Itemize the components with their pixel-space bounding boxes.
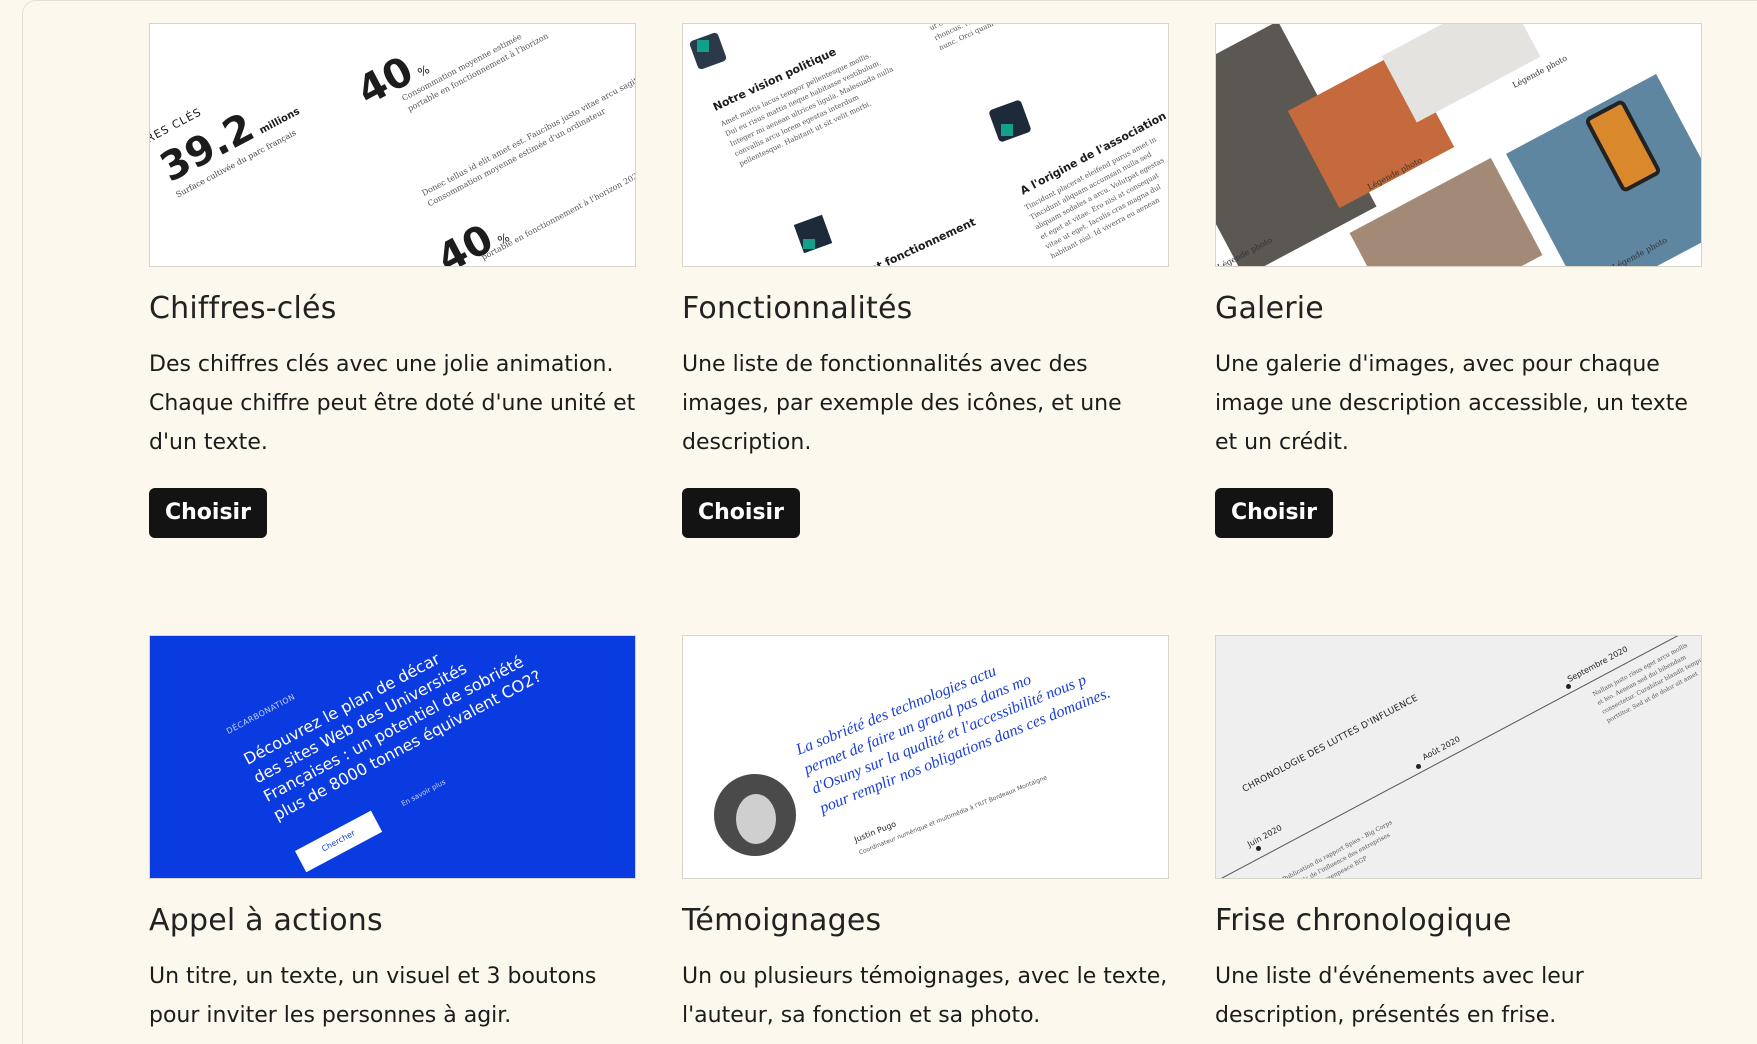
card-description: Un titre, un texte, un visuel et 3 bouto… xyxy=(149,964,597,1028)
card-temoignages: La sobriété des technologies actu permet… xyxy=(682,635,1169,1035)
preview-image-fonctionnalites: Notre vision politique Amet mattis lacus… xyxy=(682,23,1169,267)
timeline-date: Juin 2020 xyxy=(1246,823,1284,849)
card-description: Une liste de fonctionnalités avec des im… xyxy=(682,352,1122,455)
thumb-quote: La sobriété des technologies actu permet… xyxy=(793,662,1113,818)
card-fonctionnalites: Notre vision politique Amet mattis lacus… xyxy=(682,23,1169,635)
card-description: Une galerie d'images, avec pour chaque i… xyxy=(1215,352,1688,455)
card-description: Un ou plusieurs témoignages, avec le tex… xyxy=(682,964,1168,1028)
thumb-stats: RES CLÉS 39.2 millions Surface cultivée … xyxy=(150,65,309,199)
timeline-date: Août 2020 xyxy=(1421,734,1462,762)
card-title: Appel à actions xyxy=(149,903,383,938)
thumb-cta-link: En savoir plus xyxy=(400,778,447,809)
card-frise-chronologique: CHRONOLOGIE DES LUTTES D'INFLUENCE Juin … xyxy=(1215,635,1702,1035)
preview-image-chiffres-cles: RES CLÉS 39.2 millions Surface cultivée … xyxy=(149,23,636,267)
thumb-cta-button: Chercher xyxy=(295,810,383,873)
card-title: Frise chronologique xyxy=(1215,903,1512,938)
card-chiffres-cles: RES CLÉS 39.2 millions Surface cultivée … xyxy=(149,23,636,635)
card-appel-a-actions: DÉCARBONATION Découvrez le plan de décar… xyxy=(149,635,636,1035)
preview-image-galerie: Légende photo Légende photo Légende phot… xyxy=(1215,23,1702,267)
author-avatar xyxy=(711,771,799,859)
choose-button-fonctionnalites[interactable]: Choisir xyxy=(682,488,800,538)
preview-image-frise: CHRONOLOGIE DES LUTTES D'INFLUENCE Juin … xyxy=(1215,635,1702,879)
card-description: Une liste d'événements avec leur descrip… xyxy=(1215,964,1584,1028)
card-galerie: Légende photo Légende photo Légende phot… xyxy=(1215,23,1702,635)
thumb-stat-b: 40 xyxy=(430,215,501,267)
content-frame: RES CLÉS 39.2 millions Surface cultivée … xyxy=(22,0,1757,1044)
preview-image-appel-a-actions: DÉCARBONATION Découvrez le plan de décar… xyxy=(149,635,636,879)
preview-image-temoignages: La sobriété des technologies actu permet… xyxy=(682,635,1169,879)
choose-button-chiffres-cles[interactable]: Choisir xyxy=(149,488,267,538)
card-title: Témoignages xyxy=(682,903,882,938)
thumb-headline: Découvrez le plan de décar des sites Web… xyxy=(240,648,545,825)
card-title: Galerie xyxy=(1215,291,1324,326)
block-grid: RES CLÉS 39.2 millions Surface cultivée … xyxy=(149,23,1702,1035)
feature-icon-accent xyxy=(697,40,709,52)
thumb-stat-b-wrap: 40 % xyxy=(430,208,515,267)
thumb-feature-heading-3: et fonctionnement xyxy=(868,215,978,267)
feature-icon xyxy=(988,99,1032,143)
card-description: Des chiffres clés avec une jolie animati… xyxy=(149,352,636,455)
thumb-timeline-heading: CHRONOLOGIE DES LUTTES D'INFLUENCE xyxy=(1241,693,1420,795)
card-title: Chiffres-clés xyxy=(149,291,337,326)
choose-button-galerie[interactable]: Choisir xyxy=(1215,488,1333,538)
gallery-photo xyxy=(1506,74,1701,266)
card-title: Fonctionnalités xyxy=(682,291,913,326)
